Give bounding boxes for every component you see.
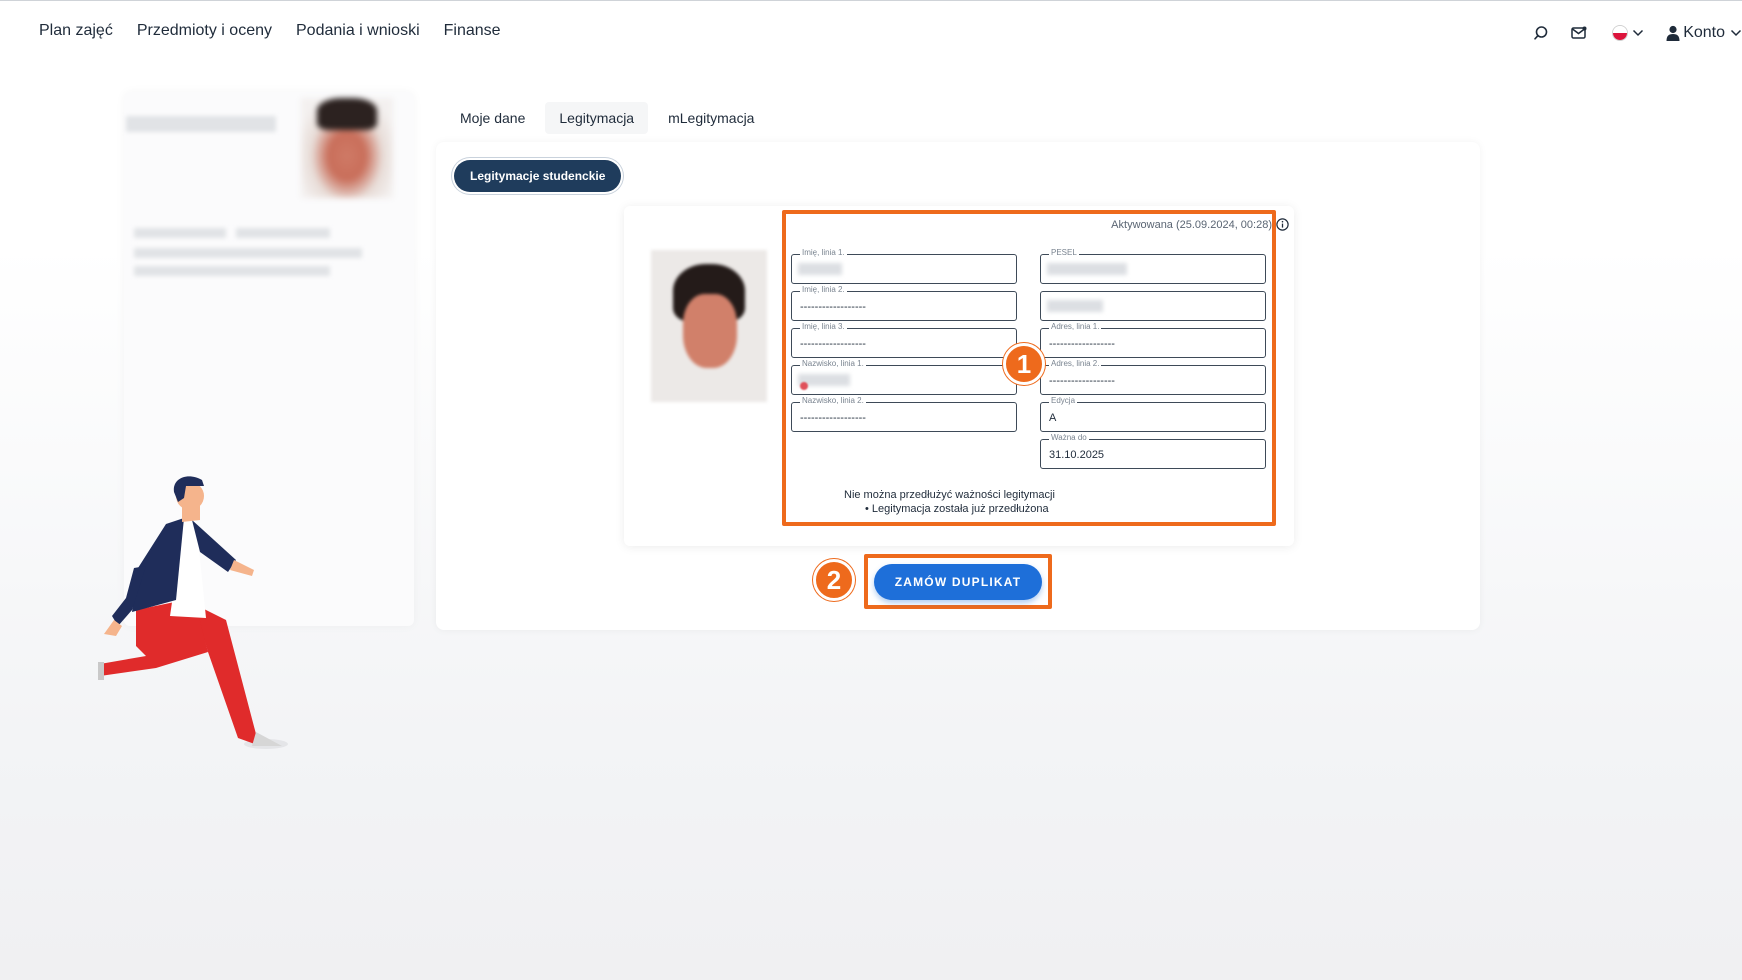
main-menu: Plan zajęć Przedmioty i oceny Podania i … [39, 22, 501, 40]
redacted-info [134, 266, 330, 276]
info-icon[interactable] [1276, 218, 1289, 231]
messages-button[interactable] [1566, 20, 1592, 46]
tab-moje-dane[interactable]: Moje dane [446, 102, 539, 134]
profile-avatar [301, 98, 393, 198]
search-button[interactable] [1528, 20, 1554, 46]
language-selector[interactable] [1612, 25, 1644, 41]
redacted-info [236, 228, 330, 238]
id-photo [651, 250, 767, 402]
student-id-filter-pill[interactable]: Legitymacje studenckie [454, 160, 622, 192]
step-badge-1: 1 [1003, 343, 1045, 385]
redacted-info [134, 248, 362, 258]
redacted-name [126, 116, 276, 132]
chevron-down-icon [1730, 29, 1742, 37]
order-duplicate-button[interactable]: ZAMÓW DUPLIKAT [874, 564, 1042, 600]
nav-przedmioty-i-oceny[interactable]: Przedmioty i oceny [137, 22, 272, 40]
mail-icon [1571, 26, 1587, 39]
user-icon [1666, 25, 1680, 41]
profile-tabs: Moje dane Legitymacja mLegitymacja [446, 102, 768, 134]
chevron-down-icon [1633, 29, 1644, 37]
nav-podania-i-wnioski[interactable]: Podania i wnioski [296, 22, 420, 40]
account-menu[interactable]: Konto [1666, 24, 1742, 42]
tab-legitymacja[interactable]: Legitymacja [545, 102, 649, 134]
redacted-info [134, 228, 226, 238]
step-badge-2: 2 [813, 559, 855, 601]
nav-finanse[interactable]: Finanse [444, 22, 501, 40]
top-navigation: Plan zajęć Przedmioty i oceny Podania i … [0, 0, 1742, 66]
search-icon [1534, 26, 1548, 40]
tab-mlegitymacja[interactable]: mLegitymacja [654, 102, 768, 134]
poland-flag-icon [1612, 25, 1629, 41]
walking-person-illustration [98, 476, 288, 749]
account-label: Konto [1683, 24, 1725, 41]
nav-plan-zajec[interactable]: Plan zajęć [39, 22, 113, 40]
nav-actions: Konto [1528, 20, 1742, 46]
